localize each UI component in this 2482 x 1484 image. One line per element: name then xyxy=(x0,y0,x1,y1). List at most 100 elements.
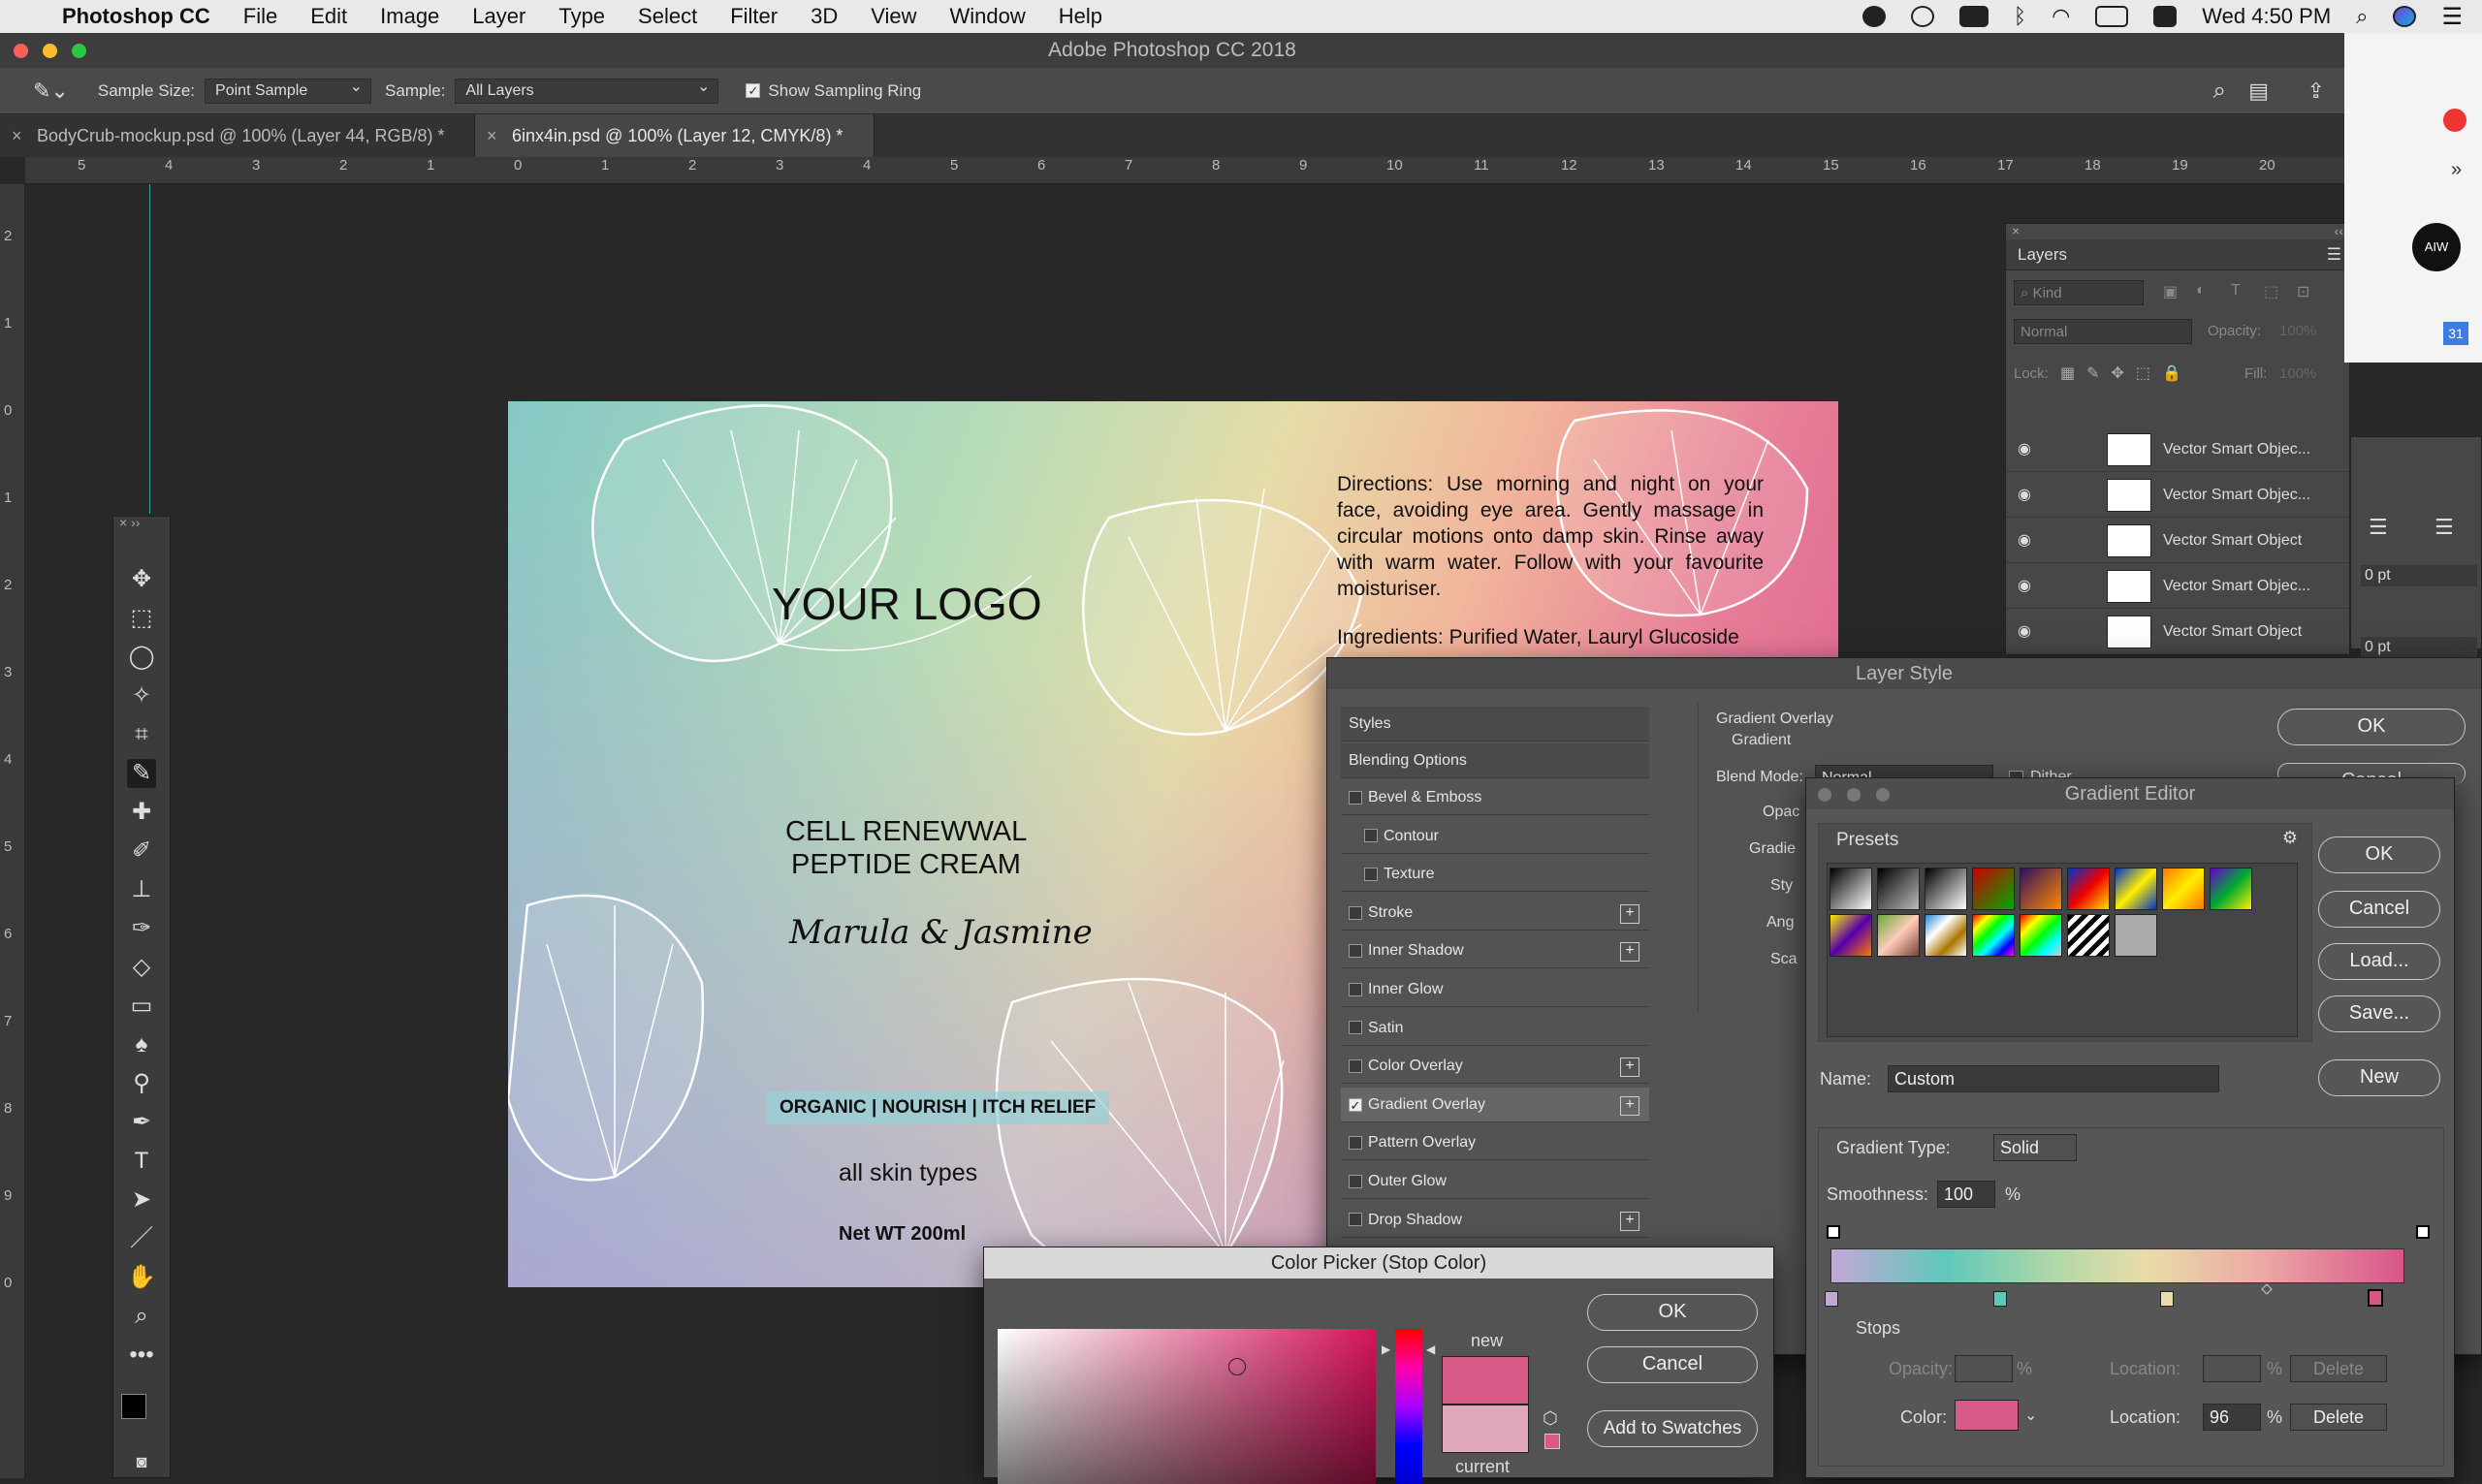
style-row-color-overlay[interactable]: Color Overlay + xyxy=(1341,1049,1649,1085)
eyedropper-tool-preset-icon[interactable]: ✎⌄ xyxy=(33,79,69,104)
style-row-contour[interactable]: Contour xyxy=(1341,819,1649,854)
add-effect-plus-icon[interactable]: + xyxy=(1620,903,1639,924)
layer-style-ok-button[interactable]: OK xyxy=(2277,709,2466,745)
hue-slider[interactable] xyxy=(1395,1329,1422,1484)
filter-adjustment-icon[interactable]: ◐ xyxy=(2196,282,2206,300)
marquee-tool-icon[interactable]: ⬚ xyxy=(127,604,156,633)
eye-icon[interactable]: ◉ xyxy=(2018,621,2031,641)
style-checkbox[interactable] xyxy=(1349,982,1362,996)
midpoint-diamond[interactable] xyxy=(2261,1283,2273,1295)
style-checkbox[interactable] xyxy=(1349,905,1362,920)
path-selection-tool-icon[interactable]: ➤ xyxy=(127,1185,156,1215)
style-checkbox[interactable] xyxy=(1349,790,1362,805)
preset-chrome[interactable] xyxy=(1925,914,1967,957)
add-effect-plus-icon[interactable]: + xyxy=(1620,1058,1639,1078)
add-to-swatches-button[interactable]: Add to Swatches xyxy=(1587,1410,1758,1447)
tab-bodycrub-mockup[interactable]: × BodyCrub-mockup.psd @ 100% (Layer 44, … xyxy=(0,114,475,157)
gradient-new-button[interactable]: New xyxy=(2318,1059,2440,1096)
vertical-ruler[interactable]: 2 1 0 1 2 3 4 5 6 7 8 9 0 xyxy=(0,184,25,1478)
wd-icon[interactable] xyxy=(1958,6,1989,27)
style-checkbox[interactable] xyxy=(1349,1136,1362,1151)
horizontal-ruler[interactable]: 5 4 3 2 1 0 1 2 3 4 5 6 7 8 9 10 11 12 1… xyxy=(25,157,2344,184)
preset-transparent[interactable] xyxy=(2115,914,2157,957)
menu-filter[interactable]: Filter xyxy=(730,4,778,29)
opacity-stop-right[interactable] xyxy=(2416,1225,2430,1239)
space-field[interactable]: 0 pt xyxy=(2361,637,2477,658)
pen-tool-icon[interactable]: ✒ xyxy=(127,1108,156,1137)
style-row-inner-glow[interactable]: Inner Glow xyxy=(1341,972,1649,1007)
preset-yellow-violet[interactable] xyxy=(1830,914,1872,957)
color-picker-cursor[interactable] xyxy=(1228,1358,1246,1375)
gradient-load-button[interactable]: Load... xyxy=(2318,943,2440,980)
eye-icon[interactable]: ◉ xyxy=(2018,576,2031,595)
spotlight-search-icon[interactable]: ⌕ xyxy=(2356,4,2368,29)
styles-header[interactable]: Styles xyxy=(1341,707,1649,742)
style-row-drop-shadow[interactable]: Drop Shadow + xyxy=(1341,1203,1649,1238)
fill-value[interactable]: 100% xyxy=(2279,365,2316,382)
gradient-tool-icon[interactable]: ▭ xyxy=(127,992,156,1021)
style-row-pattern-overlay[interactable]: Pattern Overlay xyxy=(1341,1125,1649,1161)
color-stop[interactable] xyxy=(2160,1291,2174,1307)
menu-app-name[interactable]: Photoshop CC xyxy=(62,4,210,29)
opacity-stop-left[interactable] xyxy=(1827,1225,1840,1239)
guide-line[interactable] xyxy=(149,184,150,514)
add-effect-plus-icon[interactable]: + xyxy=(1620,1095,1639,1116)
stop-color-delete-button[interactable]: Delete xyxy=(2290,1404,2387,1431)
window-close-button[interactable] xyxy=(14,44,28,58)
tab-close-icon[interactable]: × xyxy=(487,114,497,157)
menu-file[interactable]: File xyxy=(243,4,277,29)
layer-row[interactable]: ◉ Vector Smart Objec... xyxy=(2006,564,2349,609)
preset-blue-red-yellow[interactable] xyxy=(2067,868,2110,910)
stop-opacity-delete-button[interactable]: Delete xyxy=(2290,1355,2387,1382)
preset-copper[interactable] xyxy=(1877,914,1920,957)
layer-row[interactable]: ◉ Vector Smart Objec... xyxy=(2006,473,2349,518)
stop-color-swatch[interactable] xyxy=(1955,1400,2019,1431)
justify-icon[interactable]: ☰ xyxy=(2434,515,2454,540)
menu-window[interactable]: Window xyxy=(950,4,1026,29)
style-row-outer-glow[interactable]: Outer Glow xyxy=(1341,1164,1649,1199)
search-icon[interactable]: ⌕ xyxy=(2213,78,2226,105)
stop-color-dropdown-icon[interactable]: ⌄ xyxy=(2024,1405,2037,1425)
eye-icon[interactable]: ◉ xyxy=(2018,439,2031,458)
style-row-satin[interactable]: Satin xyxy=(1341,1011,1649,1046)
blending-options-row[interactable]: Blending Options xyxy=(1341,743,1649,778)
sample-size-select[interactable]: Point Sample xyxy=(205,76,372,104)
hue-slider-left-arrow[interactable]: ▶ xyxy=(1382,1342,1390,1356)
crop-tool-icon[interactable]: ⌗ xyxy=(127,720,156,749)
gradient-editor-title[interactable]: Gradient Editor xyxy=(1806,778,2454,809)
preset-blue-yellow-blue[interactable] xyxy=(2115,868,2157,910)
menubar-clock[interactable]: Wed 4:50 PM xyxy=(2202,4,2331,29)
layer-kind-filter[interactable]: ⌕ Kind xyxy=(2014,280,2144,305)
filter-smart-object-icon[interactable]: ⊡ xyxy=(2297,282,2309,301)
style-checkbox[interactable] xyxy=(1349,1058,1362,1073)
notification-center-icon[interactable]: ☰ xyxy=(2441,3,2463,31)
gradient-cancel-button[interactable]: Cancel xyxy=(2318,891,2440,928)
eye-icon[interactable]: ◉ xyxy=(2018,530,2031,550)
style-checkbox[interactable] xyxy=(1364,867,1378,881)
preset-spectrum[interactable] xyxy=(1972,914,2015,957)
color-stop-selected[interactable] xyxy=(2368,1289,2383,1307)
window-minimize-button[interactable] xyxy=(43,44,57,58)
preset-orange-yellow[interactable] xyxy=(2162,868,2205,910)
opacity-value[interactable]: 100% xyxy=(2279,323,2316,339)
stamp-tool-icon[interactable]: ⊥ xyxy=(127,875,156,904)
quick-mask-icon[interactable]: ◙ xyxy=(127,1447,156,1476)
saturation-brightness-field[interactable] xyxy=(998,1329,1376,1484)
color-picker-cancel-button[interactable]: Cancel xyxy=(1587,1346,1758,1383)
preset-transparent-rainbow[interactable] xyxy=(2020,914,2062,957)
menu-type[interactable]: Type xyxy=(558,4,605,29)
indent-field[interactable]: 0 pt xyxy=(2361,565,2477,586)
style-row-stroke[interactable]: Stroke + xyxy=(1341,896,1649,931)
style-row-inner-shadow[interactable]: Inner Shadow + xyxy=(1341,933,1649,969)
dialog-minimize-dot[interactable] xyxy=(1847,788,1861,802)
show-sampling-ring-checkbox[interactable]: ✓ xyxy=(746,83,761,98)
brush-tool-icon[interactable]: ✐ xyxy=(127,837,156,866)
calendar-icon[interactable]: 31 xyxy=(2443,322,2468,345)
layer-row[interactable]: ◉ Vector Smart Object xyxy=(2006,610,2349,654)
menu-layer[interactable]: Layer xyxy=(472,4,525,29)
layer-row[interactable]: ◉ Vector Smart Objec... xyxy=(2006,427,2349,472)
menu-select[interactable]: Select xyxy=(638,4,697,29)
style-checkbox[interactable]: ✓ xyxy=(1349,1097,1362,1112)
more-tools-icon[interactable]: ••• xyxy=(127,1341,156,1370)
blend-mode-select[interactable]: Normal xyxy=(2014,319,2192,344)
